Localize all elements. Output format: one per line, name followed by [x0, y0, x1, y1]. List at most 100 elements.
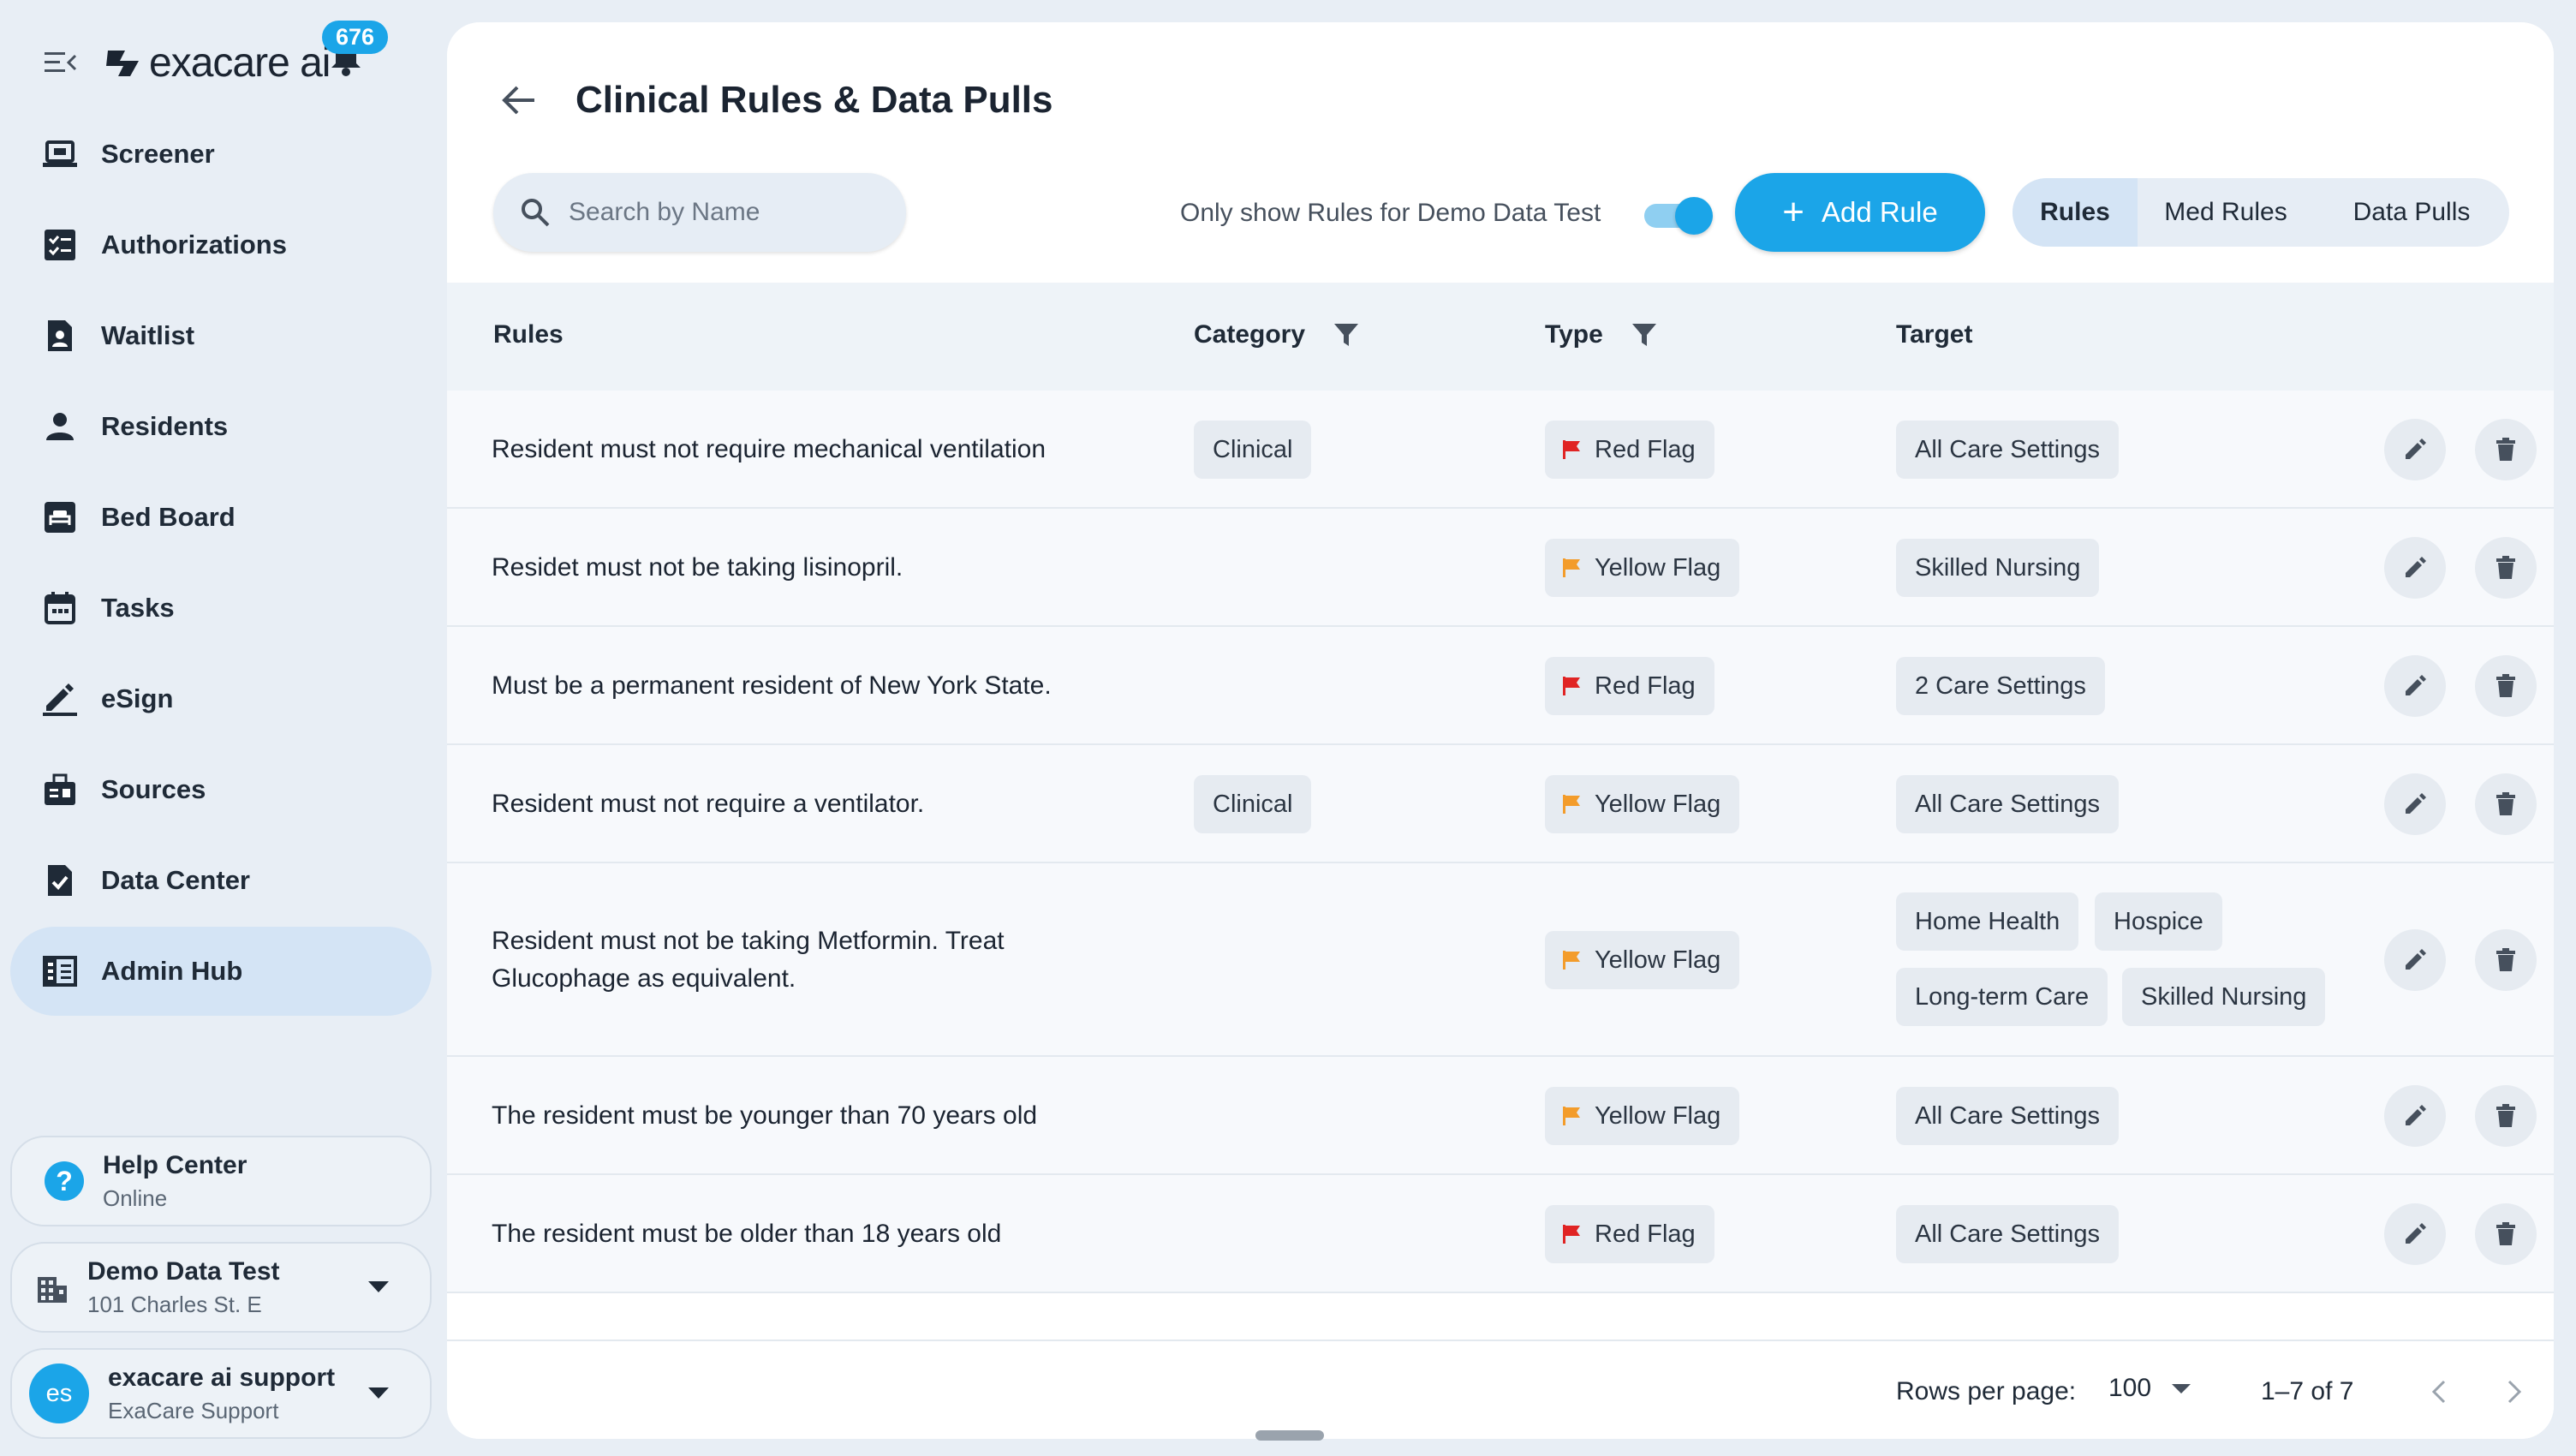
help-icon: ?: [45, 1161, 84, 1201]
notification-badge: 676: [322, 21, 389, 54]
sidebar-item-label: Admin Hub: [101, 956, 243, 986]
brand-row: exacare ai: [45, 24, 331, 101]
edit-button[interactable]: [2384, 1203, 2446, 1265]
filter-icon[interactable]: [1333, 321, 1360, 349]
pen-icon: [41, 680, 79, 718]
target-chip: 2 Care Settings: [1896, 657, 2105, 715]
sources-icon: [41, 771, 79, 809]
rule-text: Resident must not require a ventilator.: [492, 790, 925, 818]
chevron-down-icon: [368, 1281, 389, 1292]
pencil-icon: [2406, 557, 2426, 577]
tab-data-pulls[interactable]: Data Pulls: [2314, 178, 2509, 247]
chevron-left-icon[interactable]: [2429, 1379, 2449, 1405]
rule-text: The resident must be older than 18 years…: [492, 1220, 1002, 1248]
sidebar-item-bed-board[interactable]: Bed Board: [10, 473, 432, 562]
delete-button[interactable]: [2475, 419, 2537, 480]
target-chip-label: All Care Settings: [1915, 790, 2100, 818]
category-chip-label: Clinical: [1213, 435, 1293, 463]
sidebar-item-waitlist[interactable]: Waitlist: [10, 291, 432, 380]
chevron-down-icon: [2172, 1383, 2191, 1393]
rule-text: Resident must not be taking Metformin. T…: [492, 927, 1005, 993]
sidebar-item-screener[interactable]: Screener: [10, 110, 432, 199]
sidebar: exacare ai 676 Screener Authorizations W…: [0, 0, 445, 1456]
table-row[interactable]: Must be a permanent resident of New York…: [447, 627, 2554, 745]
drag-handle[interactable]: [1255, 1430, 1324, 1441]
filter-icon[interactable]: [1631, 321, 1658, 349]
sidebar-item-residents[interactable]: Residents: [10, 382, 432, 471]
edit-button[interactable]: [2384, 419, 2446, 480]
type-chip: Yellow Flag: [1545, 539, 1740, 597]
column-header-category: Category: [1194, 320, 1360, 349]
facility-selector[interactable]: Demo Data Test 101 Charles St. E: [10, 1242, 432, 1333]
search-icon: [522, 199, 550, 227]
search-input[interactable]: [569, 198, 894, 227]
table-row[interactable]: Resident must not be taking Metformin. T…: [447, 863, 2554, 1057]
sidebar-item-admin-hub[interactable]: Admin Hub: [10, 927, 432, 1016]
yellow-flag-icon: [1563, 795, 1580, 814]
sidebar-item-label: eSign: [101, 683, 174, 713]
table-row[interactable]: Residet must not be taking lisinopril. Ye…: [447, 509, 2554, 627]
table-row[interactable]: The resident must be older than 18 years…: [447, 1175, 2554, 1293]
trash-icon: [2496, 438, 2515, 461]
edit-button[interactable]: [2384, 1085, 2446, 1147]
pencil-icon: [2406, 793, 2426, 814]
help-title: Help Center: [103, 1150, 247, 1179]
delete-button[interactable]: [2475, 537, 2537, 599]
edit-button[interactable]: [2384, 537, 2446, 599]
demo-filter-toggle[interactable]: [1639, 197, 1713, 235]
table-row[interactable]: Resident must not require mechanical ven…: [447, 391, 2554, 509]
target-chip-label: Skilled Nursing: [2141, 982, 2307, 1011]
sidebar-item-data-center[interactable]: Data Center: [10, 836, 432, 925]
sidebar-item-label: Authorizations: [101, 230, 287, 260]
edit-button[interactable]: [2384, 655, 2446, 717]
search-box[interactable]: [493, 173, 906, 252]
sidebar-item-esign[interactable]: eSign: [10, 654, 432, 743]
edit-button[interactable]: [2384, 773, 2446, 835]
type-chip: Yellow Flag: [1545, 775, 1740, 833]
edit-button[interactable]: [2384, 929, 2446, 991]
back-arrow-icon[interactable]: [500, 81, 538, 119]
sidebar-item-sources[interactable]: Sources: [10, 745, 432, 834]
red-flag-icon: [1563, 440, 1580, 459]
main-panel: Clinical Rules & Data Pulls Only show Ru…: [447, 22, 2554, 1439]
help-center-card[interactable]: ? Help Center Online: [10, 1136, 432, 1226]
delete-button[interactable]: [2475, 773, 2537, 835]
rows-per-page-select[interactable]: 100: [2108, 1374, 2191, 1403]
target-chip: All Care Settings: [1896, 421, 2119, 479]
category-chip: Clinical: [1194, 775, 1312, 833]
rule-text: The resident must be younger than 70 yea…: [492, 1101, 1038, 1130]
user-menu[interactable]: es exacare ai support ExaCare Support: [10, 1348, 432, 1439]
menu-collapse-icon[interactable]: [45, 50, 77, 75]
sidebar-item-authorizations[interactable]: Authorizations: [10, 200, 432, 289]
target-chip-label: Skilled Nursing: [1915, 553, 2081, 582]
chevron-right-icon[interactable]: [2504, 1379, 2525, 1405]
toggle-thumb: [1675, 197, 1713, 235]
tab-rules[interactable]: Rules: [2012, 178, 2138, 247]
brand-name: exacare ai: [149, 39, 331, 86]
target-chip: Skilled Nursing: [2122, 968, 2326, 1026]
sidebar-item-label: Sources: [101, 774, 206, 804]
trash-icon: [2496, 1104, 2515, 1127]
plus-icon: +: [1782, 191, 1804, 233]
delete-button[interactable]: [2475, 655, 2537, 717]
avatar: es: [29, 1364, 89, 1423]
demo-filter-label: Only show Rules for Demo Data Test: [1180, 199, 1601, 227]
pencil-icon: [2406, 1105, 2426, 1125]
person-icon: [41, 408, 79, 445]
target-chip: Long-term Care: [1896, 968, 2108, 1026]
delete-button[interactable]: [2475, 1085, 2537, 1147]
target-chip: All Care Settings: [1896, 1205, 2119, 1263]
tab-med-rules[interactable]: Med Rules: [2138, 178, 2314, 247]
pencil-icon: [2406, 675, 2426, 695]
table-row[interactable]: The resident must be younger than 70 yea…: [447, 1057, 2554, 1175]
add-rule-button[interactable]: + Add Rule: [1735, 173, 1985, 252]
delete-button[interactable]: [2475, 929, 2537, 991]
pencil-icon: [2406, 439, 2426, 459]
delete-button[interactable]: [2475, 1203, 2537, 1265]
sidebar-item-tasks[interactable]: Tasks: [10, 564, 432, 653]
header: Clinical Rules & Data Pulls: [500, 79, 1053, 122]
table-row[interactable]: Resident must not require a ventilator. C…: [447, 745, 2554, 863]
type-chip-label: Red Flag: [1595, 435, 1696, 463]
trash-icon: [2496, 556, 2515, 579]
target-chip: All Care Settings: [1896, 1087, 2119, 1145]
